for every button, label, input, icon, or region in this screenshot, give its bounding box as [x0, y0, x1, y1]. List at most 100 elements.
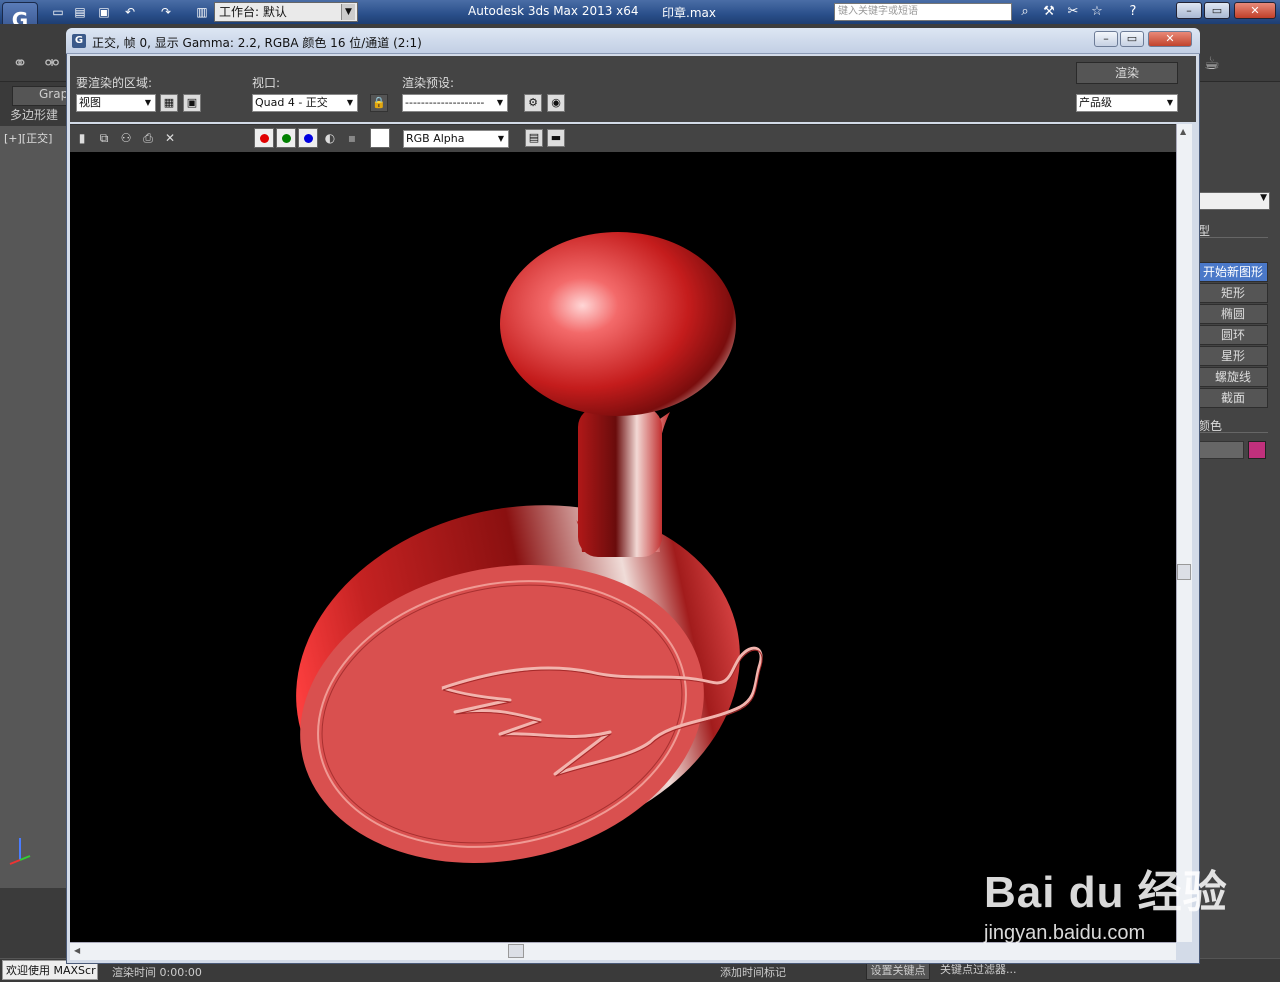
- exchange-icon[interactable]: ✂: [1064, 3, 1082, 21]
- add-time-tag[interactable]: 添加时间标记: [720, 964, 786, 980]
- rfw-close-button[interactable]: ✕: [1148, 31, 1192, 47]
- workspace-value: 工作台: 默认: [219, 5, 287, 19]
- app-file-name: 印章.max: [662, 6, 716, 20]
- ellipse-button[interactable]: 椭圆: [1198, 304, 1268, 324]
- channel-value: RGB Alpha: [406, 132, 465, 145]
- object-type-rollout[interactable]: 型: [1198, 222, 1268, 238]
- toggle-ui-overlay-icon[interactable]: ▤: [525, 129, 543, 147]
- area-value: 视图: [79, 96, 101, 109]
- rfw-maximize-button[interactable]: ▭: [1120, 31, 1144, 47]
- object-color-swatch[interactable]: [1248, 441, 1266, 459]
- link-icon[interactable]: ⚭: [8, 52, 32, 76]
- favorites-icon[interactable]: ☆: [1088, 3, 1106, 21]
- chevron-down-icon: ▼: [1260, 193, 1267, 203]
- environment-icon[interactable]: ◉: [547, 94, 565, 112]
- donut-button[interactable]: 圆环: [1198, 325, 1268, 345]
- viewport-left-edge: [0, 126, 68, 888]
- render-preset-dropdown[interactable]: -------------------- ▼: [402, 94, 508, 112]
- toggle-ui-icon[interactable]: ▬: [547, 129, 565, 147]
- new-file-icon[interactable]: ▭: [50, 4, 66, 20]
- tools-icon[interactable]: ⚒: [1040, 3, 1058, 21]
- name-color-rollout[interactable]: 颜色: [1198, 417, 1268, 433]
- viewport-dropdown[interactable]: Quad 4 - 正交 ▼: [252, 94, 358, 112]
- binoculars-icon[interactable]: ⌕: [1016, 3, 1034, 21]
- scroll-up-icon[interactable]: ▲: [1180, 127, 1186, 136]
- chevron-down-icon: ▼: [346, 98, 354, 107]
- section-button[interactable]: 截面: [1198, 388, 1268, 408]
- horizontal-scroll-thumb[interactable]: [508, 944, 524, 958]
- save-image-icon[interactable]: ▮: [74, 130, 90, 146]
- chevron-down-icon: ▼: [341, 4, 355, 20]
- baidu-watermark-url: jingyan.baidu.com: [984, 922, 1146, 944]
- green-channel-toggle[interactable]: [276, 128, 296, 148]
- app-minimize-button[interactable]: –: [1176, 2, 1202, 19]
- save-icon[interactable]: ▣: [96, 4, 112, 20]
- clear-color-swatch[interactable]: [370, 128, 390, 148]
- display-channel-dropdown[interactable]: RGB Alpha ▼: [403, 130, 509, 148]
- vertical-scrollbar[interactable]: [1176, 124, 1192, 942]
- render-setup-icon[interactable]: ⚙: [524, 94, 542, 112]
- red-channel-toggle[interactable]: [254, 128, 274, 148]
- undo-icon[interactable]: ↶: [122, 4, 138, 20]
- rfw-controls-panel: [70, 56, 1196, 122]
- area-to-render-label: 要渲染的区域:: [76, 76, 153, 90]
- app-maximize-button[interactable]: ▭: [1204, 2, 1230, 19]
- chevron-down-icon: ▼: [497, 134, 505, 143]
- command-panel-dropdown[interactable]: ▼: [1198, 192, 1270, 210]
- star-button[interactable]: 星形: [1198, 346, 1268, 366]
- teapot-icon[interactable]: ☕: [1200, 52, 1224, 76]
- render-quality-dropdown[interactable]: 产品级 ▼: [1076, 94, 1178, 112]
- start-new-shape-button[interactable]: 开始新图形: [1198, 262, 1268, 282]
- search-input[interactable]: 键入关键字或短语: [834, 3, 1012, 21]
- viewport-value: Quad 4 - 正交: [255, 96, 328, 109]
- rectangle-button[interactable]: 矩形: [1198, 283, 1268, 303]
- render-canvas[interactable]: [70, 152, 1176, 942]
- rendered-stamp-image: [296, 232, 763, 863]
- clear-icon[interactable]: ✕: [162, 130, 178, 146]
- edit-region-icon[interactable]: ▦: [160, 94, 178, 112]
- ribbon-tab-graphite[interactable]: Grap: [12, 86, 68, 106]
- rfw-minimize-button[interactable]: –: [1094, 31, 1118, 47]
- open-file-icon[interactable]: ▤: [72, 4, 88, 20]
- print-icon[interactable]: ⎙: [140, 130, 156, 146]
- workspace-dropdown[interactable]: 工作台: 默认 ▼: [214, 2, 358, 22]
- render-preset-label: 渲染预设:: [402, 76, 455, 90]
- unlink-icon[interactable]: ⚮: [40, 52, 64, 76]
- set-key-button[interactable]: 设置关键点: [866, 962, 930, 980]
- object-name-field[interactable]: [1198, 441, 1244, 459]
- area-to-render-dropdown[interactable]: 视图 ▼: [76, 94, 156, 112]
- chevron-down-icon: ▼: [1166, 98, 1174, 107]
- alpha-channel-icon[interactable]: ◐: [322, 130, 338, 146]
- ribbon-poly-modeling[interactable]: 多边形建: [10, 106, 58, 123]
- axis-gizmo-icon: [9, 838, 31, 865]
- auto-region-icon[interactable]: ▣: [183, 94, 201, 112]
- welcome-text: 欢迎使用: [6, 964, 50, 977]
- monochrome-icon[interactable]: ▪: [344, 130, 360, 146]
- viewport-select-label: 视口:: [252, 76, 281, 90]
- command-panel: [1196, 82, 1280, 958]
- preset-value: --------------------: [405, 96, 485, 109]
- help-icon[interactable]: ?: [1124, 3, 1142, 21]
- baidu-watermark-logo: Bai du 经验: [984, 868, 1228, 917]
- blue-channel-toggle[interactable]: [298, 128, 318, 148]
- key-filters-button[interactable]: 关键点过滤器...: [940, 962, 1048, 980]
- render-button[interactable]: 渲染: [1076, 62, 1178, 84]
- redo-icon[interactable]: ↷: [158, 4, 174, 20]
- scroll-left-icon[interactable]: ◀: [74, 946, 80, 955]
- rfw-title: 正交, 帧 0, 显示 Gamma: 2.2, RGBA 颜色 16 位/通道 …: [92, 36, 422, 50]
- project-folder-icon[interactable]: ▥: [194, 4, 210, 20]
- helix-button[interactable]: 螺旋线: [1198, 367, 1268, 387]
- max-logo-icon: G: [72, 34, 86, 48]
- quality-value: 产品级: [1079, 96, 1112, 109]
- copy-image-icon[interactable]: ⧉: [96, 130, 112, 146]
- app-title: Autodesk 3ds Max 2013 x64: [468, 4, 639, 18]
- chevron-down-icon: ▼: [496, 98, 504, 107]
- clone-window-icon[interactable]: ⚇: [118, 130, 134, 146]
- vertical-scroll-thumb[interactable]: [1177, 564, 1191, 580]
- lock-icon[interactable]: 🔒: [370, 94, 388, 112]
- maxscript-text: MAXScr: [53, 964, 96, 977]
- rfw-image-toolbar: [70, 124, 1176, 152]
- app-close-button[interactable]: ✕: [1234, 2, 1276, 19]
- viewport-label[interactable]: [+][正交]: [4, 130, 52, 146]
- render-time-status: 渲染时间 0:00:00: [112, 966, 202, 979]
